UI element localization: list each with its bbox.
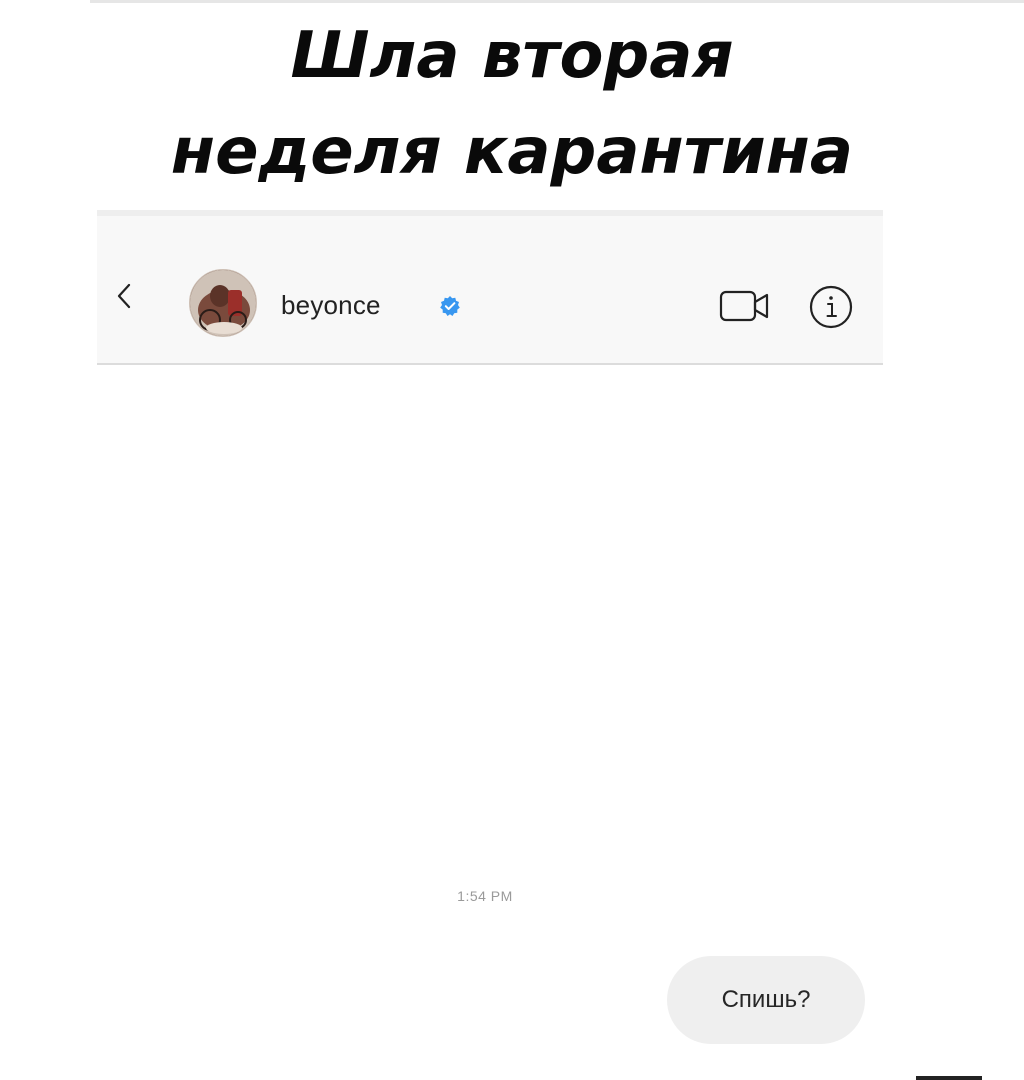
top-divider: [90, 0, 1024, 3]
message-bubble-sent[interactable]: Спишь?: [667, 956, 865, 1044]
message-timestamp: 1:54 PM: [457, 888, 513, 904]
video-call-button[interactable]: [719, 288, 773, 324]
meme-caption: Шла вторая неделя карантина: [0, 8, 1024, 200]
back-button[interactable]: [111, 282, 139, 310]
bottom-edge-mark: [916, 1076, 982, 1080]
avatar-image: [190, 270, 256, 336]
avatar[interactable]: [189, 269, 257, 337]
chevron-left-icon: [117, 283, 131, 309]
video-call-icon: [719, 290, 769, 322]
caption-line-2: неделя карантина: [170, 115, 854, 189]
username[interactable]: beyonce: [281, 289, 381, 321]
info-button[interactable]: [808, 284, 854, 330]
caption-line-1: Шла вторая: [290, 19, 734, 93]
info-icon: [809, 285, 853, 329]
chat-header: beyonce: [97, 210, 883, 365]
message-text: Спишь?: [721, 986, 811, 1013]
verified-badge-icon: [439, 295, 461, 317]
